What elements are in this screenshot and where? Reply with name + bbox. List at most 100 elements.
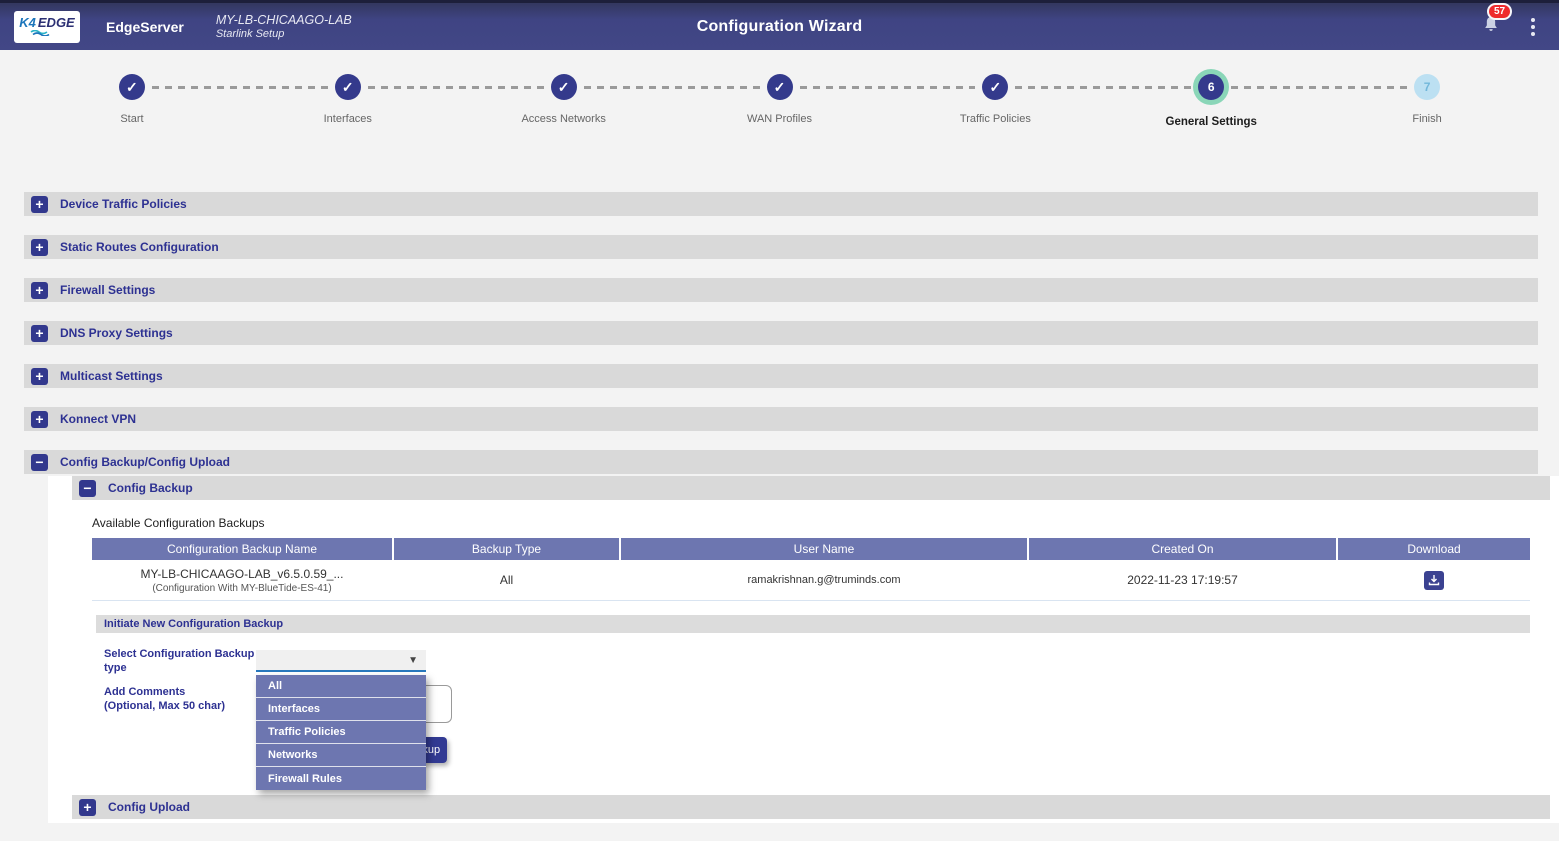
k4-edge-logo[interactable]: K4EDGE xyxy=(14,11,80,43)
backups-table: Configuration Backup Name Backup Type Us… xyxy=(92,538,1530,601)
available-backups-label: Available Configuration Backups xyxy=(92,516,1530,530)
plus-icon[interactable]: + xyxy=(31,325,48,342)
section-label: Config Upload xyxy=(108,800,190,814)
column-header-created-on: Created On xyxy=(1029,538,1336,560)
accordion-header[interactable]: + Multicast Settings xyxy=(24,364,1538,388)
accordion-label: Static Routes Configuration xyxy=(60,240,219,254)
add-comments-label-line1: Add Comments xyxy=(104,685,256,699)
initiate-backup-bar: Initiate New Configuration Backup xyxy=(96,615,1530,633)
accordion-header[interactable]: + Konnect VPN xyxy=(24,407,1538,431)
step-label: Start xyxy=(120,113,143,125)
accordion-header[interactable]: + DNS Proxy Settings xyxy=(24,321,1538,345)
plus-icon[interactable]: + xyxy=(31,411,48,428)
backup-type-select[interactable]: ▼ xyxy=(256,650,426,672)
accordion-label: Konnect VPN xyxy=(60,412,136,426)
plus-icon[interactable]: + xyxy=(79,799,96,816)
dropdown-option[interactable]: Firewall Rules xyxy=(256,767,426,790)
settings-accordion-list: + Device Traffic Policies + Static Route… xyxy=(24,192,1538,823)
step-circle[interactable]: ✓ xyxy=(982,74,1008,100)
backup-name: MY-LB-CHICAAGO-LAB_v6.5.0.59_... xyxy=(141,567,344,581)
created-on-value: 2022-11-23 17:19:57 xyxy=(1127,573,1238,587)
initiate-button-row: Initiate Backup xyxy=(361,737,1530,763)
step-label: General Settings xyxy=(1166,116,1257,128)
more-menu-button[interactable] xyxy=(1527,14,1539,40)
header-actions: 57 xyxy=(1481,14,1545,40)
section-label: Config Backup xyxy=(108,481,193,495)
column-header-name: Configuration Backup Name xyxy=(92,538,392,560)
minus-icon[interactable]: − xyxy=(31,454,48,471)
dropdown-option[interactable]: Interfaces xyxy=(256,698,426,721)
backup-type-dropdown-menu: All Interfaces Traffic Policies Networks… xyxy=(256,675,426,790)
step-circle[interactable]: ✓ xyxy=(551,74,577,100)
wizard-step: 7 Finish xyxy=(1319,74,1535,128)
step-label: WAN Profiles xyxy=(747,113,812,125)
step-label: Access Networks xyxy=(521,113,605,125)
accordion-label: DNS Proxy Settings xyxy=(60,326,173,340)
notifications-button[interactable]: 57 xyxy=(1481,14,1501,40)
wizard-step: ✓ Traffic Policies xyxy=(887,74,1103,128)
step-circle[interactable]: ✓ xyxy=(767,74,793,100)
cell-created-on: 2022-11-23 17:19:57 xyxy=(1029,560,1336,600)
wizard-step: ✓ Interfaces xyxy=(240,74,456,128)
cell-download xyxy=(1338,560,1530,600)
page-title: Configuration Wizard xyxy=(697,18,863,36)
column-header-download: Download xyxy=(1338,538,1530,560)
step-circle[interactable]: ✓ xyxy=(119,74,145,100)
plus-icon[interactable]: + xyxy=(31,368,48,385)
plus-icon[interactable]: + xyxy=(31,239,48,256)
column-header-user-name: User Name xyxy=(621,538,1027,560)
step-label: Traffic Policies xyxy=(960,113,1031,125)
app-name: EdgeServer xyxy=(106,19,184,35)
plus-icon[interactable]: + xyxy=(31,196,48,213)
table-header-row: Configuration Backup Name Backup Type Us… xyxy=(92,538,1530,560)
kebab-dot xyxy=(1531,32,1535,36)
accordion-header[interactable]: + Firewall Settings xyxy=(24,278,1538,302)
kebab-dot xyxy=(1531,25,1535,29)
wizard-step: ✓ WAN Profiles xyxy=(672,74,888,128)
backup-name-detail: (Configuration With MY-BlueTide-ES-41) xyxy=(152,583,331,594)
config-backup-upload-panel: − Config Backup Available Configuration … xyxy=(48,476,1559,823)
wizard-step: 6 General Settings xyxy=(1103,74,1319,128)
accordion-label: Config Backup/Config Upload xyxy=(60,455,230,469)
backup-type-select-wrap: ▼ All Interfaces Traffic Policies Networ… xyxy=(256,650,426,672)
step-label: Interfaces xyxy=(324,113,372,125)
step-circle[interactable]: 7 xyxy=(1414,74,1440,100)
app-header: K4EDGE EdgeServer MY-LB-CHICAAGO-LAB Sta… xyxy=(0,0,1559,50)
step-circle[interactable]: ✓ xyxy=(335,74,361,100)
wizard-step: ✓ Start xyxy=(24,74,240,128)
minus-icon[interactable]: − xyxy=(79,480,96,497)
select-backup-type-label: Select Configuration Backup type xyxy=(104,647,256,675)
logo-wave-icon xyxy=(30,30,64,36)
cell-backup-type: All xyxy=(394,560,619,600)
kebab-dot xyxy=(1531,18,1535,22)
add-comments-label-line2: (Optional, Max 50 char) xyxy=(104,699,256,713)
download-button[interactable] xyxy=(1424,571,1444,590)
step-circle[interactable]: 6 xyxy=(1198,74,1224,100)
device-subtitle: Starlink Setup xyxy=(216,27,352,41)
wizard-stepper: ✓ Start ✓ Interfaces ✓ Access Networks ✓… xyxy=(0,50,1559,128)
column-header-backup-type: Backup Type xyxy=(394,538,619,560)
dropdown-option[interactable]: All xyxy=(256,675,426,698)
wizard-step: ✓ Access Networks xyxy=(456,74,672,128)
table-row: MY-LB-CHICAAGO-LAB_v6.5.0.59_... (Config… xyxy=(92,560,1530,601)
dropdown-option[interactable]: Traffic Policies xyxy=(256,721,426,744)
accordion-label: Firewall Settings xyxy=(60,283,155,297)
notification-count-badge: 57 xyxy=(1487,3,1512,20)
device-name: MY-LB-CHICAAGO-LAB xyxy=(216,13,352,27)
config-backup-content: Available Configuration Backups Configur… xyxy=(92,516,1530,763)
config-upload-section-header[interactable]: + Config Upload xyxy=(72,795,1550,819)
user-name-value: ramakrishnan.g@truminds.com xyxy=(748,574,901,586)
accordion-header[interactable]: + Static Routes Configuration xyxy=(24,235,1538,259)
device-info: MY-LB-CHICAAGO-LAB Starlink Setup xyxy=(216,13,352,41)
backup-type-value: All xyxy=(500,573,513,587)
accordion-header-config-backup-upload[interactable]: − Config Backup/Config Upload xyxy=(24,450,1538,474)
config-backup-section-header[interactable]: − Config Backup xyxy=(72,476,1550,500)
accordion-label: Device Traffic Policies xyxy=(60,197,187,211)
step-label: Finish xyxy=(1412,113,1441,125)
plus-icon[interactable]: + xyxy=(31,282,48,299)
accordion-header[interactable]: + Device Traffic Policies xyxy=(24,192,1538,216)
accordion-label: Multicast Settings xyxy=(60,369,163,383)
chevron-down-icon: ▼ xyxy=(408,655,418,666)
dropdown-option[interactable]: Networks xyxy=(256,744,426,767)
download-icon xyxy=(1428,574,1440,586)
